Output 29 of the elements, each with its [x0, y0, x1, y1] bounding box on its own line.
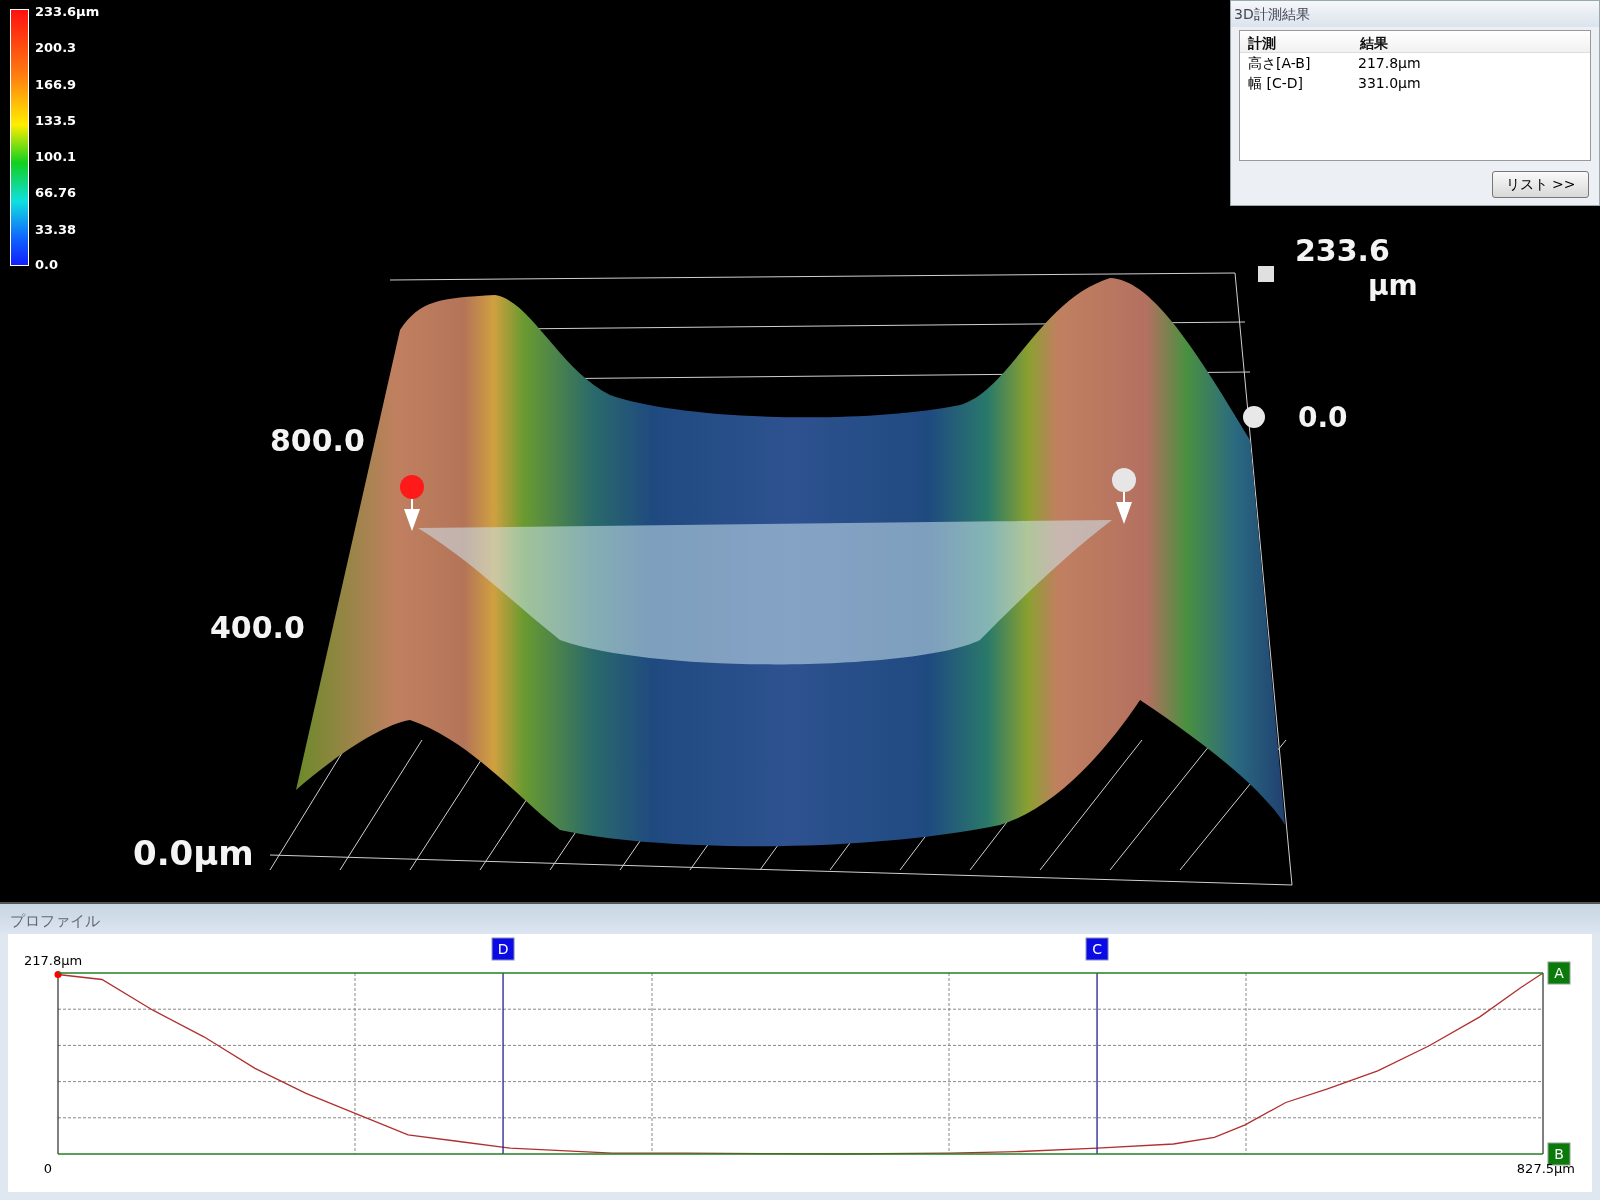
list-button[interactable]: リスト >> — [1492, 171, 1589, 198]
scale-label: 100.1 — [35, 150, 77, 163]
level-marker[interactable]: A — [1547, 961, 1571, 985]
axis-label: 800.0 — [270, 426, 365, 456]
pin-marker[interactable] — [1112, 468, 1136, 524]
table-cell-text: 高さ[A-B] — [1247, 54, 1312, 73]
column-header: 結果 — [1358, 34, 1389, 52]
scale-label: 133.5 — [35, 114, 77, 127]
axis-label: 0.0 — [1298, 404, 1348, 432]
scale-label: 200.3 — [35, 41, 77, 54]
scale-label: 66.76 — [35, 186, 77, 199]
scale-label: 0.0 — [35, 258, 59, 271]
axis-label: 233.6 — [1295, 236, 1390, 266]
table-cell-text: 331.0µm — [1357, 74, 1422, 93]
scale-label: 33.38 — [35, 223, 77, 236]
table-cell-text: 幅 [C-D] — [1247, 74, 1304, 93]
axis-label: 400.0 — [210, 613, 305, 643]
axis-label: µm — [1368, 272, 1418, 300]
column-header: 計測 — [1247, 34, 1277, 52]
length-label: 0 — [43, 1161, 53, 1176]
start-point — [54, 971, 62, 978]
table-cell-text: 217.8µm — [1357, 54, 1422, 73]
window-title: 3D計測結果 — [1231, 1, 1599, 27]
panel-title: プロファイル — [0, 904, 1600, 934]
max-height-label: 217.8µm — [24, 953, 83, 968]
scale-label: 233.6µm — [35, 5, 100, 18]
axis-label: 0.0µm — [133, 836, 254, 870]
pin-marker[interactable] — [400, 475, 424, 531]
scale-label: 166.9 — [35, 78, 77, 91]
